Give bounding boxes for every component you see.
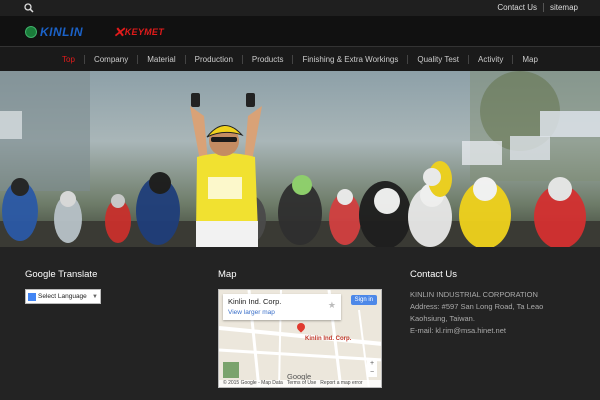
address-line-2: Kaohsiung, Taiwan. <box>410 314 475 323</box>
map-title: Map <box>218 269 237 280</box>
embedded-map[interactable]: Kinlin Ind. Corp. View larger map ★ Sign… <box>218 289 382 388</box>
company-name: KINLIN INDUSTRIAL CORPORATION <box>410 290 538 299</box>
nav-item-map[interactable]: Map <box>512 54 547 64</box>
map-section: Map <box>218 269 236 280</box>
divider <box>542 3 544 12</box>
hero-illustration <box>0 71 600 247</box>
map-info-card: Kinlin Ind. Corp. View larger map ★ <box>223 294 341 320</box>
google-icon <box>28 292 36 301</box>
map-pin-label: Kinlin Ind. Corp. <box>305 336 352 342</box>
language-select[interactable]: Select Language ▼ <box>25 289 101 304</box>
google-translate-title: Google Translate <box>25 269 98 280</box>
zoom-out-button[interactable]: − <box>367 368 377 377</box>
search-icon[interactable] <box>24 3 34 13</box>
hero-banner-cycling-photo <box>0 71 600 247</box>
nav-item-top[interactable]: Top <box>53 55 84 64</box>
contact-title: Contact Us <box>410 269 457 280</box>
top-links: Contact Us sitemap <box>497 3 578 12</box>
sign-in-button[interactable]: Sign in <box>350 295 377 305</box>
contact-section: Contact Us KINLIN INDUSTRIAL CORPORATION… <box>410 269 543 337</box>
email[interactable]: E-mail: kl.rim@msa.hinet.net <box>410 325 543 337</box>
main-nav: Top Company Material Production Products… <box>0 46 600 71</box>
sitemap-link[interactable]: sitemap <box>550 3 578 12</box>
contact-details: KINLIN INDUSTRIAL CORPORATION Address: #… <box>410 289 543 337</box>
nav-item-material[interactable]: Material <box>137 54 184 64</box>
google-translate-section: Google Translate Select Language ▼ <box>25 269 101 304</box>
address-line-1: Address: #597 San Long Road, Ta Leao <box>410 302 544 311</box>
nav-item-finishing[interactable]: Finishing & Extra Workings <box>292 54 407 64</box>
brand-bar: KINLIN ✕ KEYMET <box>0 16 600 46</box>
nav-item-activity[interactable]: Activity <box>468 54 512 64</box>
chevron-down-icon: ▼ <box>92 293 98 300</box>
footer: Google Translate Select Language ▼ Map K… <box>0 247 600 400</box>
nav-item-company[interactable]: Company <box>83 54 137 64</box>
zoom-in-button[interactable]: + <box>367 359 377 368</box>
nav-item-products[interactable]: Products <box>241 54 293 64</box>
view-larger-map-link[interactable]: View larger map <box>228 309 336 316</box>
map-footer-bar: © 2015 Google - Map Data Terms of Use Re… <box>219 380 381 387</box>
map-place-name: Kinlin Ind. Corp. <box>228 297 282 306</box>
keymet-logo[interactable]: ✕ KEYMET <box>113 24 164 40</box>
star-icon[interactable]: ★ <box>328 300 336 311</box>
top-bar: Contact Us sitemap <box>0 0 600 16</box>
globe-icon <box>25 25 37 38</box>
contact-us-link[interactable]: Contact Us <box>497 3 537 12</box>
kinlin-logo[interactable]: KINLIN <box>25 25 83 39</box>
nav-item-production[interactable]: Production <box>184 54 242 64</box>
nav-item-quality-test[interactable]: Quality Test <box>407 54 468 64</box>
